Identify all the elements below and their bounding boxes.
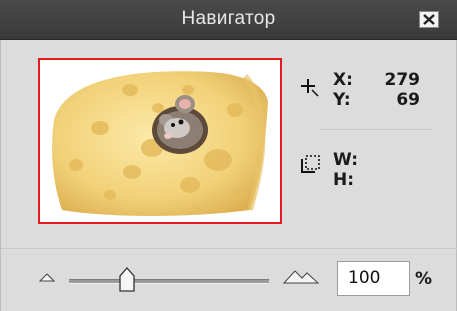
w-label: W: xyxy=(333,150,359,170)
y-value: 69 xyxy=(396,90,420,110)
close-icon xyxy=(423,14,435,25)
navigator-panel: Навигатор X: 279 Y: 69 W: H: 100 % xyxy=(0,0,457,311)
zoom-input[interactable]: 100 xyxy=(337,261,410,296)
image-preview[interactable] xyxy=(38,58,282,224)
small-mountain-icon[interactable] xyxy=(39,272,55,282)
zoom-slider-thumb[interactable] xyxy=(118,267,136,293)
y-label: Y: xyxy=(333,90,351,110)
preview-thumbnail[interactable] xyxy=(40,60,280,222)
section-separator xyxy=(1,248,457,249)
selection-size-icon xyxy=(301,155,320,173)
percent-label: % xyxy=(415,269,433,289)
info-divider xyxy=(321,129,431,130)
x-value: 279 xyxy=(384,70,421,90)
zoom-slider-track[interactable] xyxy=(69,279,269,284)
crosshair-icon xyxy=(301,79,319,97)
navigator-body: X: 279 Y: 69 W: H: 100 % xyxy=(0,40,457,311)
h-label: H: xyxy=(333,170,355,190)
close-button[interactable] xyxy=(419,11,439,28)
large-mountain-icon[interactable] xyxy=(283,268,319,284)
x-label: X: xyxy=(333,70,353,90)
info-readout: X: 279 Y: 69 W: H: xyxy=(301,66,431,216)
window-title: Навигатор xyxy=(181,8,276,29)
title-bar[interactable]: Навигатор xyxy=(0,0,457,40)
